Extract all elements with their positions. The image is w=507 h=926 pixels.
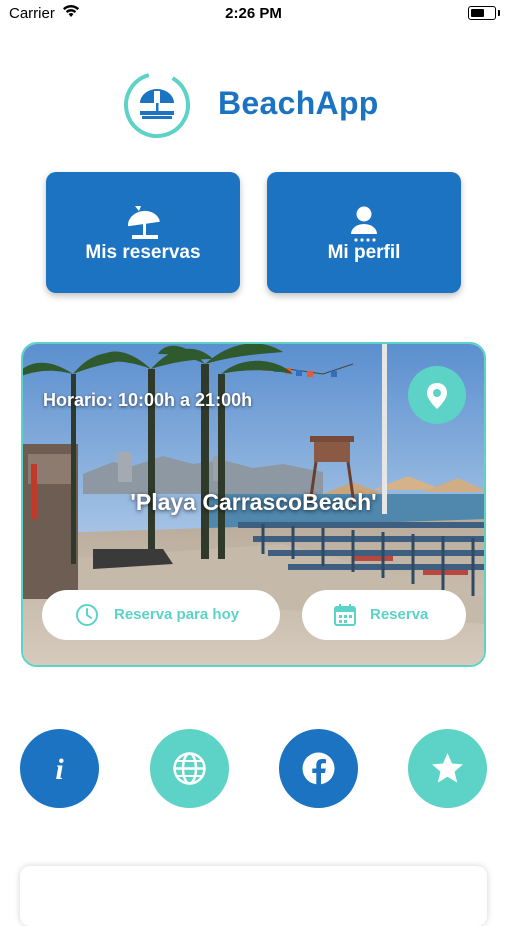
beach-card[interactable]: Horario: 10:00h a 21:00h 'Playa Carrasco… xyxy=(21,342,486,667)
my-profile-button[interactable]: Mi perfil xyxy=(267,172,461,293)
website-button[interactable] xyxy=(150,729,229,808)
info-icon: i xyxy=(55,753,64,786)
facebook-button[interactable] xyxy=(279,729,358,808)
beach-name: 'Playa CarrascoBeach' xyxy=(130,489,377,515)
bottom-card xyxy=(20,866,487,926)
favorite-button[interactable] xyxy=(408,729,487,808)
svg-text:i: i xyxy=(55,753,64,786)
clock-time: 2:26 PM xyxy=(225,5,282,22)
reserve-button[interactable]: Reserva xyxy=(302,590,466,640)
opening-hours: Horario: 10:00h a 21:00h xyxy=(43,390,253,410)
location-button[interactable] xyxy=(408,366,466,424)
clock-icon xyxy=(76,604,98,626)
status-bar: Carrier 2:26 PM xyxy=(0,0,507,30)
user-icon xyxy=(351,206,377,242)
beach-umbrella-icon xyxy=(128,206,160,239)
location-pin-icon xyxy=(427,383,447,409)
reserve-today-button[interactable]: Reserva para hoy xyxy=(42,590,280,640)
battery-icon xyxy=(468,6,500,20)
calendar-icon xyxy=(334,604,356,626)
reserve-today-label: Reserva para hoy xyxy=(114,606,240,623)
facebook-icon xyxy=(302,752,335,785)
globe-icon xyxy=(173,752,206,785)
info-button[interactable]: i xyxy=(20,729,99,808)
app-name: BeachApp xyxy=(218,85,379,121)
my-bookings-button[interactable]: Mis reservas xyxy=(46,172,240,293)
my-bookings-label: Mis reservas xyxy=(85,242,201,263)
star-icon xyxy=(432,753,463,783)
reserve-label: Reserva xyxy=(370,606,429,623)
my-profile-label: Mi perfil xyxy=(327,242,401,263)
app-logo-icon xyxy=(124,72,190,138)
